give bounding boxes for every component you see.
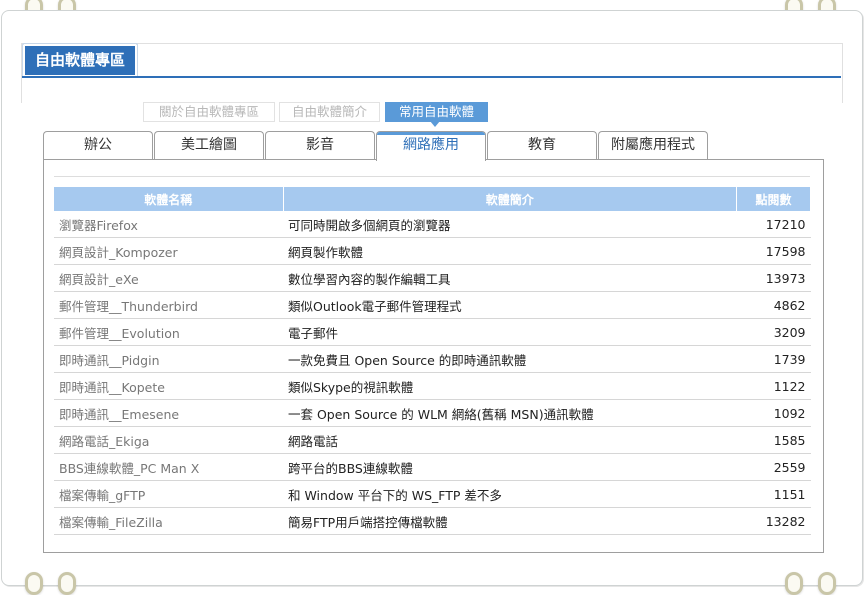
binder-ring-icon <box>785 572 803 595</box>
subtab-common-software[interactable]: 常用自由軟體 <box>385 102 488 127</box>
tab-office[interactable]: 辦公 <box>43 131 153 159</box>
panel-divider <box>54 176 810 177</box>
table-row[interactable]: BBS連線軟體_PC Man X 跨平台的BBS連線軟體 2559 <box>54 453 811 481</box>
view-count-cell: 2559 <box>736 453 811 481</box>
view-count-cell: 13282 <box>736 507 811 535</box>
section-title-tab: 自由軟體專區 <box>22 43 138 78</box>
table-row[interactable]: 網路電話_Ekiga 網路電話 1585 <box>54 426 811 454</box>
software-description-cell: 網頁製作軟體 <box>283 237 737 265</box>
software-name-cell[interactable]: 即時通訊__Pidgin <box>54 345 283 373</box>
tab-internet[interactable]: 網路應用 <box>376 131 486 161</box>
view-count-cell: 1739 <box>736 345 811 373</box>
subtab-about[interactable]: 關於自由軟體專區 <box>143 102 275 122</box>
binder-ring-icon <box>58 572 76 595</box>
software-description-cell: 類似Outlook電子郵件管理程式 <box>283 291 737 319</box>
software-table: 軟體名稱 軟體簡介 點閱數 瀏覽器Firefox 可同時開啟多個網頁的瀏覽器 172… <box>54 187 811 535</box>
column-header-views: 點閱數 <box>736 187 811 211</box>
software-name-cell[interactable]: 郵件管理__Evolution <box>54 318 283 346</box>
table-row[interactable]: 即時通訊__Kopete 類似Skype的視訊軟體 1122 <box>54 372 811 400</box>
software-name-cell[interactable]: 檔案傳輸_gFTP <box>54 480 283 508</box>
title-divider <box>22 76 841 78</box>
table-row[interactable]: 檔案傳輸_gFTP 和 Window 平台下的 WS_FTP 差不多 1151 <box>54 480 811 508</box>
software-name-cell[interactable]: 檔案傳輸_FileZilla <box>54 507 283 535</box>
software-name-cell[interactable]: BBS連線軟體_PC Man X <box>54 453 283 481</box>
view-count-cell: 13973 <box>736 264 811 292</box>
view-count-cell: 3209 <box>736 318 811 346</box>
section-title: 自由軟體專區 <box>34 51 125 69</box>
software-description-cell: 和 Window 平台下的 WS_FTP 差不多 <box>283 480 737 508</box>
table-row[interactable]: 即時通訊__Emesene 一套 Open Source 的 WLM 網絡(舊稱 … <box>54 399 811 427</box>
pointer-arrow-icon <box>430 121 440 127</box>
software-description-cell: 類似Skype的視訊軟體 <box>283 372 737 400</box>
table-row[interactable]: 郵件管理__Evolution 電子郵件 3209 <box>54 318 811 346</box>
subtab-common-software-label: 常用自由軟體 <box>398 104 474 119</box>
software-name-cell[interactable]: 郵件管理__Thunderbird <box>54 291 283 319</box>
table-header-row: 軟體名稱 軟體簡介 點閱數 <box>54 187 811 211</box>
software-description-cell: 跨平台的BBS連線軟體 <box>283 453 737 481</box>
software-description-cell: 可同時開啟多個網頁的瀏覽器 <box>283 211 737 238</box>
software-description-cell: 網路電話 <box>283 426 737 454</box>
table-row[interactable]: 郵件管理__Thunderbird 類似Outlook電子郵件管理程式 4862 <box>54 291 811 319</box>
table-row[interactable]: 網頁設計_eXe 數位學習內容的製作編輯工具 13973 <box>54 264 811 292</box>
header-band <box>21 43 843 103</box>
software-name-cell[interactable]: 即時通訊__Emesene <box>54 399 283 427</box>
view-count-cell: 1092 <box>736 399 811 427</box>
column-header-description: 軟體簡介 <box>283 187 737 211</box>
tab-accessories[interactable]: 附屬應用程式 <box>598 131 708 159</box>
table-row[interactable]: 網頁設計_Kompozer 網頁製作軟體 17598 <box>54 237 811 265</box>
tab-education[interactable]: 教育 <box>487 131 597 159</box>
tab-multimedia[interactable]: 影音 <box>265 131 375 159</box>
software-description-cell: 電子郵件 <box>283 318 737 346</box>
column-header-name: 軟體名稱 <box>54 187 284 211</box>
binder-ring-icon <box>25 572 43 595</box>
table-row[interactable]: 檔案傳輸_FileZilla 簡易FTP用戶端搭控傳檔軟體 13282 <box>54 507 811 535</box>
view-count-cell: 17210 <box>736 211 811 238</box>
view-count-cell: 17598 <box>736 237 811 265</box>
subtab-intro[interactable]: 自由軟體簡介 <box>279 102 380 122</box>
software-description-cell: 數位學習內容的製作編輯工具 <box>283 264 737 292</box>
software-description-cell: 簡易FTP用戶端搭控傳檔軟體 <box>283 507 737 535</box>
software-description-cell: 一套 Open Source 的 WLM 網絡(舊稱 MSN)通訊軟體 <box>283 399 737 427</box>
software-name-cell[interactable]: 網頁設計_eXe <box>54 264 283 292</box>
software-name-cell[interactable]: 即時通訊__Kopete <box>54 372 283 400</box>
view-count-cell: 4862 <box>736 291 811 319</box>
binder-ring-icon <box>818 572 836 595</box>
table-body: 瀏覽器Firefox 可同時開啟多個網頁的瀏覽器 17210 網頁設計_Kompoze… <box>54 211 811 535</box>
software-name-cell[interactable]: 網路電話_Ekiga <box>54 426 283 454</box>
software-name-cell[interactable]: 瀏覽器Firefox <box>54 211 283 238</box>
table-row[interactable]: 即時通訊__Pidgin 一款免費且 Open Source 的即時通訊軟體 173… <box>54 345 811 373</box>
view-count-cell: 1151 <box>736 480 811 508</box>
tab-graphics[interactable]: 美工繪圖 <box>154 131 264 159</box>
view-count-cell: 1122 <box>736 372 811 400</box>
software-name-cell[interactable]: 網頁設計_Kompozer <box>54 237 283 265</box>
table-row[interactable]: 瀏覽器Firefox 可同時開啟多個網頁的瀏覽器 17210 <box>54 211 811 238</box>
software-description-cell: 一款免費且 Open Source 的即時通訊軟體 <box>283 345 737 373</box>
view-count-cell: 1585 <box>736 426 811 454</box>
